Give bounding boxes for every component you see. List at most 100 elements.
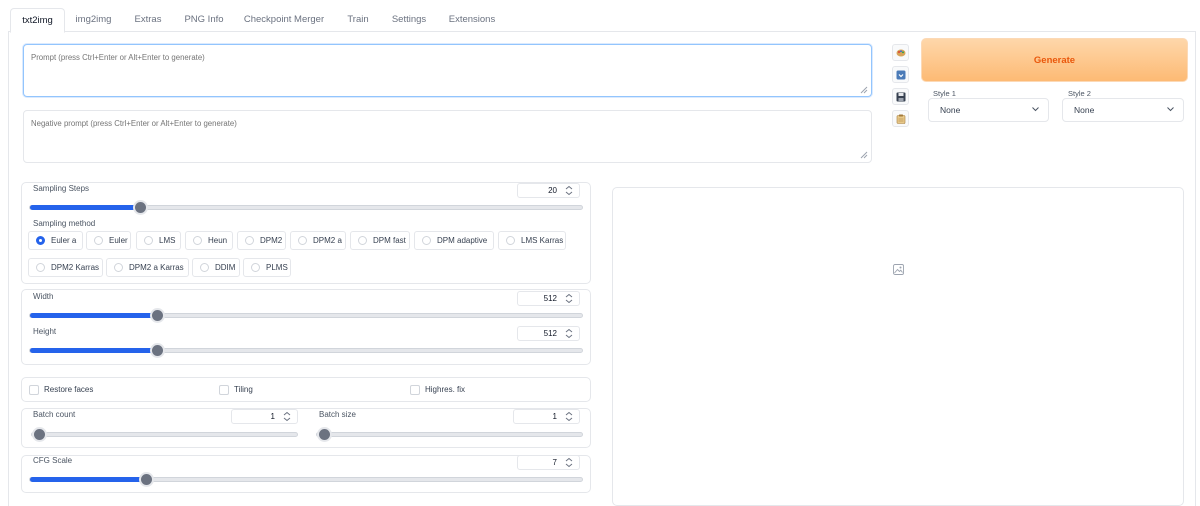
style-1-select[interactable]: None bbox=[928, 98, 1049, 122]
height-slider[interactable] bbox=[29, 343, 583, 358]
radio-dpm2-a[interactable]: DPM2 a bbox=[290, 231, 346, 250]
paint-palette-button[interactable] bbox=[892, 44, 909, 61]
radio-dpm2-a-karras[interactable]: DPM2 a Karras bbox=[106, 258, 189, 277]
chevron-down-icon bbox=[1167, 107, 1174, 112]
resize-grip-icon[interactable] bbox=[860, 151, 868, 159]
height-value: 512 bbox=[543, 329, 557, 338]
tab-checkpoint-merger[interactable]: Checkpoint Merger bbox=[238, 8, 330, 32]
batch-count-input[interactable]: 1 bbox=[231, 409, 298, 424]
negative-prompt-input[interactable] bbox=[23, 110, 872, 163]
slider-thumb[interactable] bbox=[32, 427, 47, 442]
tab-png-info[interactable]: PNG Info bbox=[178, 8, 230, 32]
output-gallery bbox=[612, 187, 1184, 506]
radio-label: DPM fast bbox=[373, 236, 406, 245]
cfg-block bbox=[21, 455, 591, 493]
slider-thumb[interactable] bbox=[317, 427, 332, 442]
width-label: Width bbox=[31, 292, 56, 301]
radio-heun[interactable]: Heun bbox=[185, 231, 233, 250]
batch-size-input[interactable]: 1 bbox=[513, 409, 580, 424]
batch-size-label: Batch size bbox=[317, 410, 358, 419]
tab-extensions[interactable]: Extensions bbox=[442, 8, 502, 32]
radio-label: PLMS bbox=[266, 263, 288, 272]
cfg-scale-slider[interactable] bbox=[29, 472, 583, 487]
style-1-label: Style 1 bbox=[933, 89, 956, 98]
apply-style-button[interactable] bbox=[892, 110, 909, 127]
radio-label: DPM adaptive bbox=[437, 236, 488, 245]
checkbox-label: Highres. fix bbox=[425, 385, 466, 394]
radio-dot bbox=[36, 236, 45, 245]
spinner-icon[interactable] bbox=[281, 411, 293, 422]
radio-label: DPM2 a Karras bbox=[129, 263, 184, 272]
style-2-label: Style 2 bbox=[1068, 89, 1091, 98]
width-slider[interactable] bbox=[29, 308, 583, 323]
width-value: 512 bbox=[543, 294, 557, 303]
tab-txt2img[interactable]: txt2img bbox=[10, 8, 65, 33]
clipboard-icon bbox=[896, 114, 905, 124]
spinner-icon[interactable] bbox=[563, 293, 575, 304]
spinner-icon[interactable] bbox=[563, 457, 575, 468]
radio-dot bbox=[358, 236, 367, 245]
radio-label: DPM2 a bbox=[313, 236, 342, 245]
style-2-select[interactable]: None bbox=[1062, 98, 1184, 122]
cfg-scale-input[interactable]: 7 bbox=[517, 455, 580, 470]
save-style-button[interactable] bbox=[892, 88, 909, 105]
generate-button[interactable]: Generate bbox=[921, 38, 1188, 82]
radio-dpm2-karras[interactable]: DPM2 Karras bbox=[28, 258, 103, 277]
sampling-steps-input[interactable]: 20 bbox=[517, 183, 580, 198]
tab-train[interactable]: Train bbox=[340, 8, 376, 32]
checkbox-box[interactable] bbox=[29, 385, 39, 395]
batch-count-slider[interactable] bbox=[31, 427, 298, 442]
width-input[interactable]: 512 bbox=[517, 291, 580, 306]
checkbox-box[interactable] bbox=[410, 385, 420, 395]
radio-label: DDIM bbox=[215, 263, 236, 272]
radio-dot bbox=[422, 236, 431, 245]
checkbox-label: Tiling bbox=[234, 385, 253, 394]
tab-settings[interactable]: Settings bbox=[386, 8, 432, 32]
spinner-icon[interactable] bbox=[563, 185, 575, 196]
restore-faces-checkbox[interactable]: Restore faces bbox=[29, 385, 93, 395]
paint-palette-icon bbox=[896, 49, 905, 56]
arrow-down-box-icon bbox=[896, 70, 905, 79]
radio-label: Heun bbox=[208, 236, 228, 245]
highres-fix-checkbox[interactable]: Highres. fix bbox=[410, 385, 465, 395]
radio-euler-a[interactable]: Euler a bbox=[28, 231, 83, 250]
tiling-checkbox[interactable]: Tiling bbox=[219, 385, 253, 395]
style-1-value: None bbox=[940, 105, 961, 115]
radio-euler[interactable]: Euler bbox=[86, 231, 131, 250]
slider-thumb[interactable] bbox=[149, 308, 165, 323]
spinner-icon[interactable] bbox=[563, 328, 575, 339]
style-2-value: None bbox=[1074, 105, 1095, 115]
sampling-steps-slider[interactable] bbox=[29, 200, 583, 215]
radio-dpm-adaptive[interactable]: DPM adaptive bbox=[414, 231, 494, 250]
batch-count-label: Batch count bbox=[31, 410, 78, 419]
read-params-button[interactable] bbox=[892, 66, 909, 83]
checkbox-label: Restore faces bbox=[44, 385, 94, 394]
slider-fill bbox=[30, 313, 157, 318]
radio-dot bbox=[245, 236, 254, 245]
radio-label: LMS Karras bbox=[521, 236, 564, 245]
prompt-input[interactable] bbox=[23, 44, 872, 97]
spinner-icon[interactable] bbox=[563, 411, 575, 422]
radio-plms[interactable]: PLMS bbox=[243, 258, 291, 277]
height-label: Height bbox=[31, 327, 59, 336]
radio-dpm2[interactable]: DPM2 bbox=[237, 231, 286, 250]
slider-thumb[interactable] bbox=[138, 472, 154, 487]
tab-extras[interactable]: Extras bbox=[125, 8, 171, 32]
radio-dot bbox=[36, 263, 45, 272]
resize-grip-icon[interactable] bbox=[860, 86, 868, 94]
checkbox-box[interactable] bbox=[219, 385, 229, 395]
radio-lms-karras[interactable]: LMS Karras bbox=[498, 231, 566, 250]
height-input[interactable]: 512 bbox=[517, 326, 580, 341]
radio-dpm-fast[interactable]: DPM fast bbox=[350, 231, 410, 250]
radio-label: DPM2 bbox=[260, 236, 283, 245]
radio-ddim[interactable]: DDIM bbox=[192, 258, 240, 277]
batch-count-value: 1 bbox=[270, 412, 275, 421]
tab-img2img[interactable]: img2img bbox=[66, 8, 121, 32]
batch-size-slider[interactable] bbox=[316, 427, 583, 442]
radio-label: Euler a bbox=[51, 236, 77, 245]
slider-thumb[interactable] bbox=[149, 343, 165, 358]
radio-dot bbox=[200, 263, 209, 272]
batch-block bbox=[21, 408, 591, 448]
radio-dot bbox=[506, 236, 515, 245]
radio-lms[interactable]: LMS bbox=[136, 231, 181, 250]
